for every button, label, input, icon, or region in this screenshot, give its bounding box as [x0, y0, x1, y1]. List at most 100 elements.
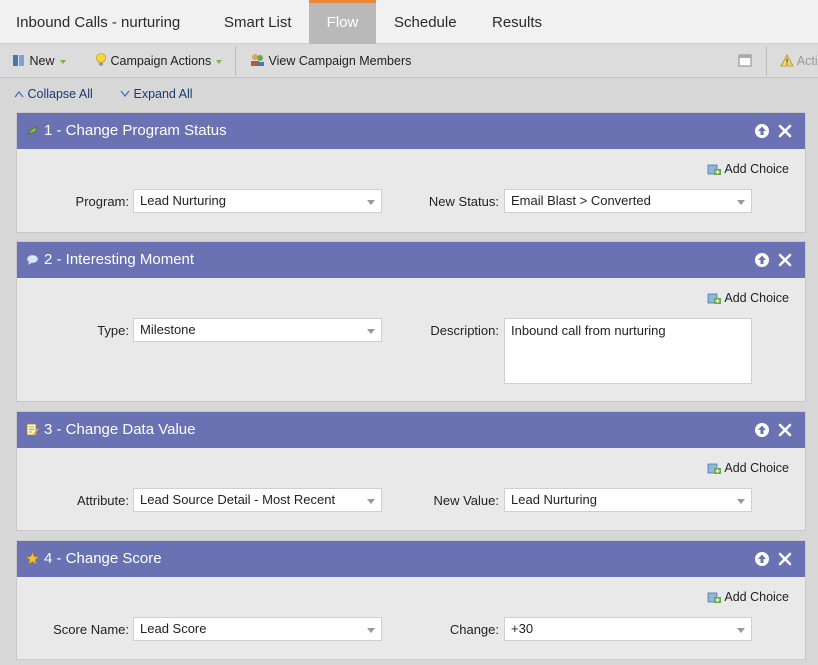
step-body: Add Choice Program: Lead Nurturing New S…	[17, 149, 805, 233]
add-choice-icon	[707, 592, 722, 603]
members-icon	[251, 54, 264, 66]
add-choice-label: Add Choice	[724, 590, 789, 604]
step-body: Add Choice Score Name: Lead Score Change…	[17, 577, 805, 660]
collapse-all-label: Collapse All	[27, 87, 93, 101]
close-icon[interactable]	[777, 123, 793, 139]
collapse-all-button[interactable]: Collapse All	[14, 80, 93, 108]
new-value-value: Lead Nurturing	[511, 492, 597, 507]
move-up-icon[interactable]	[754, 252, 770, 268]
add-choice-label: Add Choice	[724, 162, 789, 176]
change-label: Change:	[449, 622, 499, 637]
step-title: 1 - Change Program Status	[44, 122, 227, 139]
new-icon	[13, 55, 24, 66]
new-label: New	[29, 54, 55, 68]
add-choice-label: Add Choice	[724, 291, 789, 305]
close-icon[interactable]	[777, 422, 793, 438]
add-choice-label: Add Choice	[724, 461, 789, 475]
program-status-icon	[26, 126, 38, 135]
change-select[interactable]: +30	[504, 617, 752, 641]
score-name-value: Lead Score	[140, 621, 207, 636]
new-menu-button[interactable]: New	[12, 44, 66, 78]
chevron-down-icon	[737, 200, 745, 205]
chevron-down-icon	[737, 499, 745, 504]
view-campaign-members-button[interactable]: View Campaign Members	[250, 44, 411, 78]
chevron-down-icon	[367, 499, 375, 504]
change-value: +30	[511, 621, 534, 636]
toolbar: New Campaign Actions View Campaign Membe…	[0, 44, 818, 78]
type-label: Type:	[97, 323, 129, 338]
chevron-down-icon	[737, 628, 745, 633]
toolbar-divider	[766, 46, 767, 76]
tab-flow[interactable]: Flow	[309, 0, 376, 44]
step-body: Add Choice Type: Milestone Description: …	[17, 278, 805, 402]
star-icon	[26, 552, 39, 565]
toolbar-divider	[235, 46, 236, 76]
flow-step: 1 - Change Program Status Add Choice Pro…	[16, 112, 806, 233]
expand-all-label: Expand All	[133, 87, 193, 101]
step-title: 4 - Change Score	[44, 550, 162, 567]
new-status-value: Email Blast > Converted	[511, 193, 651, 208]
step-header[interactable]: 3 - Change Data Value	[17, 412, 805, 448]
step-header[interactable]: 1 - Change Program Status	[17, 113, 805, 149]
flow-step: 2 - Interesting Moment Add Choice Type: …	[16, 241, 806, 402]
chevron-down-icon	[216, 59, 223, 64]
tab-schedule[interactable]: Schedule	[378, 0, 473, 44]
add-choice-button[interactable]: Add Choice	[707, 162, 789, 176]
move-up-icon[interactable]	[754, 123, 770, 139]
step-header[interactable]: 2 - Interesting Moment	[17, 242, 805, 278]
campaign-actions-button[interactable]: Campaign Actions	[95, 44, 223, 78]
step-body: Add Choice Attribute: Lead Source Detail…	[17, 448, 805, 531]
add-choice-button[interactable]: Add Choice	[707, 461, 789, 475]
tab-campaign-name[interactable]: Inbound Calls - nurturing	[0, 0, 196, 44]
program-select[interactable]: Lead Nurturing	[133, 189, 382, 213]
data-value-icon	[26, 423, 39, 436]
step-title: 3 - Change Data Value	[44, 421, 196, 438]
collapse-icon	[14, 90, 24, 98]
chevron-down-icon	[367, 628, 375, 633]
close-icon[interactable]	[777, 252, 793, 268]
description-value: Inbound call from nurturing	[511, 323, 666, 338]
chevron-down-icon	[367, 200, 375, 205]
add-choice-icon	[707, 463, 722, 474]
move-up-icon[interactable]	[754, 422, 770, 438]
program-value: Lead Nurturing	[140, 193, 226, 208]
close-icon[interactable]	[777, 551, 793, 567]
new-value-label: New Value:	[433, 493, 499, 508]
new-value-select[interactable]: Lead Nurturing	[504, 488, 752, 512]
speech-bubble-icon	[26, 254, 39, 265]
step-title: 2 - Interesting Moment	[44, 251, 195, 268]
flow-step: 3 - Change Data Value Add Choice Attribu…	[16, 411, 806, 531]
type-value: Milestone	[140, 322, 196, 337]
warning-icon	[780, 54, 794, 67]
score-name-label: Score Name:	[53, 622, 129, 637]
expand-icon	[120, 90, 130, 98]
attribute-select[interactable]: Lead Source Detail - Most Recent	[133, 488, 382, 512]
chevron-down-icon	[59, 59, 66, 64]
type-select[interactable]: Milestone	[133, 318, 382, 342]
expand-collapse-bar: Collapse All Expand All	[0, 80, 818, 108]
window-button[interactable]	[738, 44, 752, 78]
program-label: Program:	[75, 194, 129, 209]
attribute-value: Lead Source Detail - Most Recent	[140, 492, 336, 507]
tab-smart-list[interactable]: Smart List	[208, 0, 308, 44]
score-name-select[interactable]: Lead Score	[133, 617, 382, 641]
move-up-icon[interactable]	[754, 551, 770, 567]
campaign-actions-label: Campaign Actions	[110, 54, 212, 68]
lightbulb-icon	[96, 53, 106, 66]
add-choice-button[interactable]: Add Choice	[707, 291, 789, 305]
add-choice-icon	[707, 293, 722, 304]
description-textarea[interactable]: Inbound call from nurturing	[504, 318, 752, 384]
new-status-select[interactable]: Email Blast > Converted	[504, 189, 752, 213]
description-label: Description:	[430, 323, 499, 338]
step-header[interactable]: 4 - Change Score	[17, 541, 805, 577]
activity-button[interactable]: Acti	[780, 44, 818, 78]
flow-step: 4 - Change Score Add Choice Score Name: …	[16, 540, 806, 660]
tab-results[interactable]: Results	[476, 0, 558, 44]
tab-bar: Inbound Calls - nurturing Smart List Flo…	[0, 0, 818, 44]
new-status-label: New Status:	[428, 194, 499, 209]
add-choice-icon	[707, 164, 722, 175]
activity-label: Acti	[796, 54, 818, 68]
view-campaign-members-label: View Campaign Members	[268, 54, 412, 68]
add-choice-button[interactable]: Add Choice	[707, 590, 789, 604]
expand-all-button[interactable]: Expand All	[120, 80, 193, 108]
